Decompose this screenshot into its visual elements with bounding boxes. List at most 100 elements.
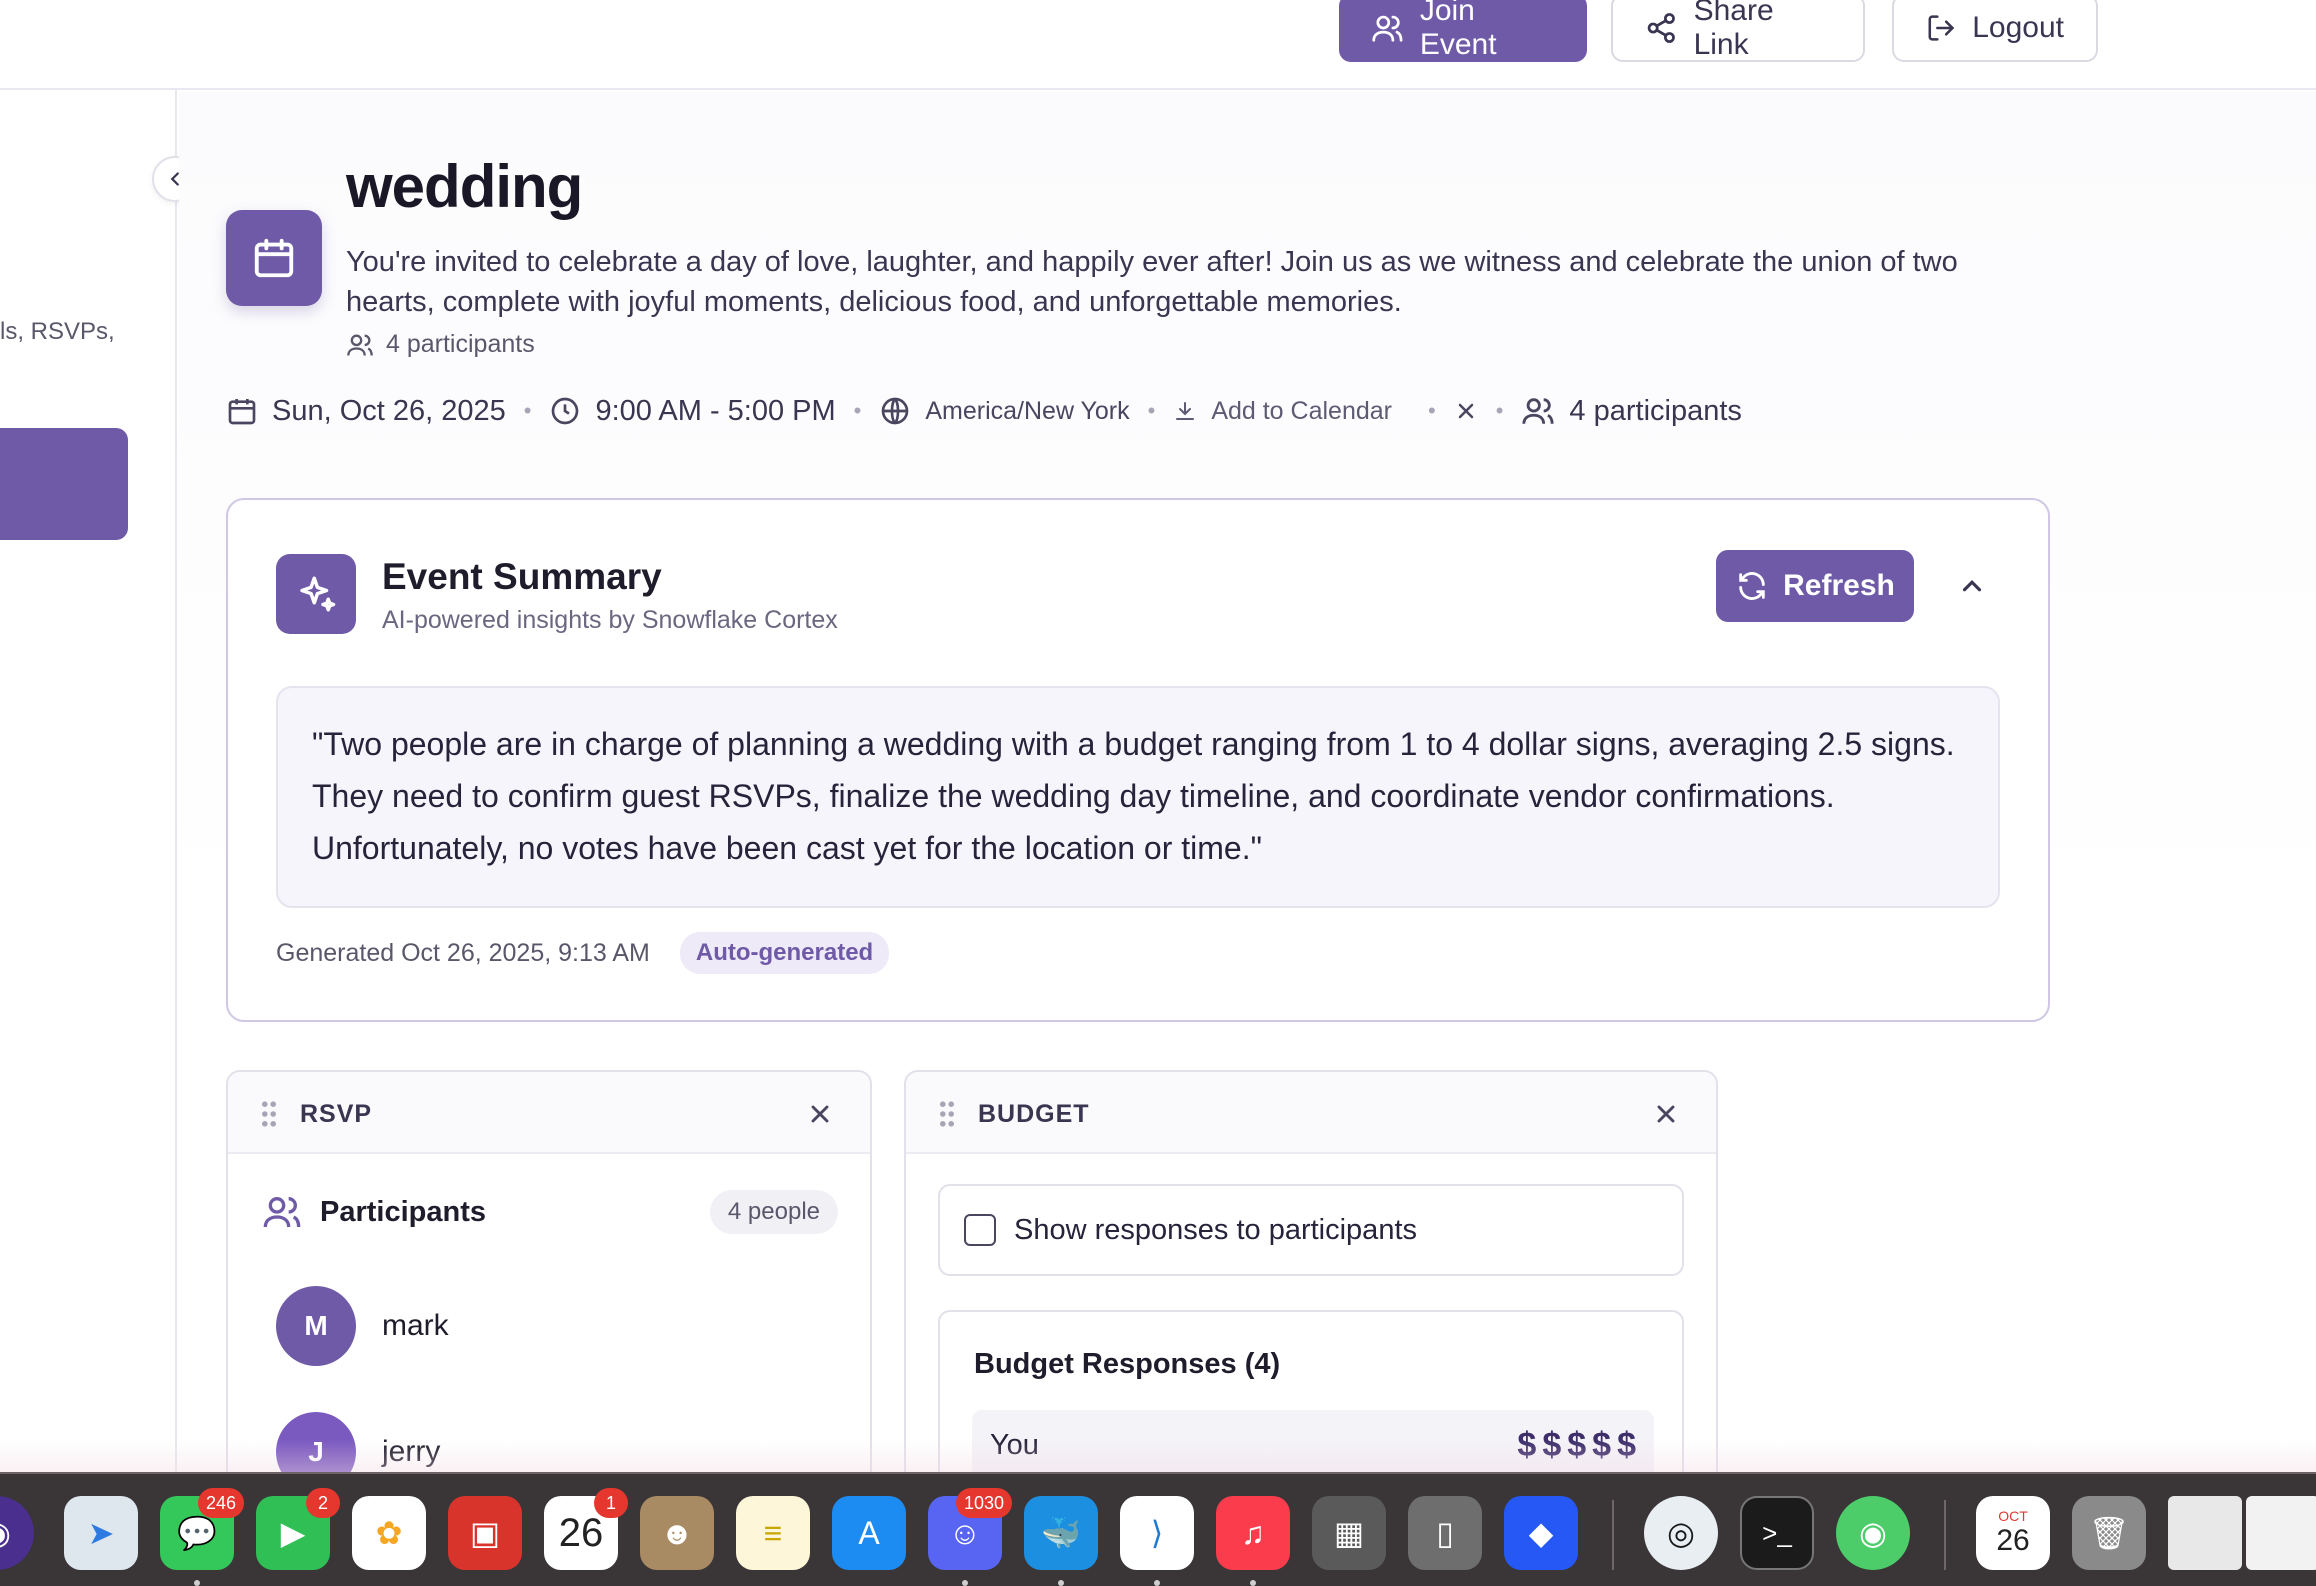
running-indicator (1154, 1580, 1160, 1586)
docker-icon[interactable]: 🐳 (1024, 1496, 1098, 1570)
event-participants: 4 participants (1521, 394, 1742, 428)
contacts-icon[interactable]: ☻ (640, 1496, 714, 1570)
maps-icon[interactable]: ➤ (64, 1496, 138, 1570)
iphone-mirroring-icon[interactable]: ▯ (1408, 1496, 1482, 1570)
calendar-badge: 1 (594, 1488, 628, 1518)
remove-button[interactable] (1454, 399, 1478, 423)
summary-title: Event Summary (382, 556, 662, 597)
sparkles-icon (300, 576, 336, 612)
users-icon (1522, 398, 1554, 424)
event-timezone-text: America/New York (925, 396, 1130, 425)
budget-widget-header: BUDGET (906, 1072, 1716, 1154)
sidebar-active-item[interactable] (0, 428, 128, 540)
calendar-widget-day: 26 (1996, 1524, 2030, 1557)
event-summary-card: Event Summary AI-powered insights by Sno… (226, 498, 2050, 1022)
summary-subtitle: AI-powered insights by Snowflake Cortex (382, 606, 838, 634)
avatar: M (276, 1286, 356, 1366)
close-icon[interactable] (1652, 1100, 1680, 1128)
messages-icon[interactable]: 💬 246 (160, 1488, 244, 1570)
auto-generated-badge: Auto-generated (679, 932, 890, 974)
users-icon (1372, 15, 1403, 42)
photos-icon[interactable]: ✿ (352, 1496, 426, 1570)
find-my-icon[interactable]: ◉ (1836, 1496, 1910, 1570)
discord-icon[interactable]: ☺ 1030 (928, 1488, 1012, 1570)
dock-separator (1612, 1500, 1614, 1570)
window-thumbnail-icon[interactable] (2246, 1496, 2316, 1570)
participants-small-label: 4 participants (386, 330, 535, 358)
budget-responses-title: Budget Responses (4) (974, 1348, 1281, 1380)
event-description: You're invited to celebrate a day of lov… (346, 246, 1958, 318)
list-item: M mark (276, 1286, 449, 1366)
dock-separator (1944, 1500, 1946, 1570)
event-date-text: Sun, Oct 26, 2025 (272, 394, 506, 427)
show-responses-label: Show responses to participants (1014, 1213, 1417, 1246)
separator-dot: • (1495, 398, 1504, 423)
people-count-badge: 4 people (709, 1190, 838, 1234)
macos-dock: ◉ ➤ 💬246 ▶2 ✿ ▣ 261 ☻ ≡ A ☺1030 🐳 ⟩ ♫ ▦ … (0, 1472, 2316, 1586)
facetime-icon[interactable]: ▶ 2 (256, 1488, 340, 1570)
facetime-badge: 2 (306, 1488, 340, 1518)
calendar-app-day: 26 (558, 1510, 604, 1555)
show-responses-toggle[interactable]: Show responses to participants (938, 1184, 1684, 1276)
logout-label: Logout (1972, 11, 2064, 44)
calendar-icon (254, 238, 294, 278)
sparkles-badge (276, 554, 356, 634)
refresh-button[interactable]: Refresh (1716, 550, 1914, 622)
roblox-icon[interactable]: ◆ (1504, 1496, 1578, 1570)
participants-header: Participants 4 people (262, 1190, 838, 1234)
participants-count-small: 4 participants (346, 330, 535, 359)
rsvp-widget: RSVP Participants 4 people M mark J jerr… (226, 1070, 872, 1490)
summary-text: "Two people are in charge of planning a … (276, 686, 2000, 908)
show-responses-checkbox[interactable] (964, 1214, 996, 1246)
event-time: 9:00 AM - 5:00 PM (549, 394, 836, 428)
firefox-icon[interactable]: ◉ (0, 1496, 34, 1570)
sidebar-partial-text: ls, RSVPs, (0, 318, 115, 345)
participant-name: mark (382, 1309, 449, 1342)
rsvp-widget-header: RSVP (228, 1072, 870, 1154)
window-thumbnail-icon[interactable] (2168, 1496, 2242, 1570)
participants-title: Participants (320, 1195, 486, 1228)
clock-icon (552, 397, 579, 425)
trash-icon[interactable]: 🗑 (2072, 1496, 2146, 1570)
event-calendar-badge (226, 210, 322, 306)
users-icon (347, 334, 373, 356)
music-icon[interactable]: ♫ (1216, 1496, 1290, 1570)
refresh-icon (1739, 572, 1765, 600)
event-date: Sun, Oct 26, 2025 (226, 395, 506, 428)
download-icon (1176, 402, 1195, 420)
add-to-calendar-link[interactable]: Add to Calendar (1173, 397, 1392, 426)
calculator-icon[interactable]: ▦ (1312, 1496, 1386, 1570)
close-icon[interactable] (806, 1100, 834, 1128)
chevron-up-icon (1962, 580, 1982, 592)
event-timezone: America/New York (879, 395, 1130, 427)
event-time-text: 9:00 AM - 5:00 PM (595, 394, 836, 427)
budget-widget: BUDGET Show responses to participants Bu… (904, 1070, 1718, 1490)
close-icon (1458, 403, 1473, 419)
drag-handle-icon[interactable] (938, 1100, 956, 1128)
photo-booth-icon[interactable]: ▣ (448, 1496, 522, 1570)
drag-handle-icon[interactable] (260, 1100, 278, 1128)
running-indicator (1250, 1580, 1256, 1586)
join-event-label: Join Event (1419, 0, 1497, 61)
running-indicator (194, 1580, 200, 1586)
terminal-icon[interactable]: >_ (1740, 1496, 1814, 1570)
calendar-app-icon[interactable]: 26 1 (544, 1488, 628, 1570)
messages-badge: 246 (197, 1488, 244, 1518)
logout-icon (1928, 15, 1955, 41)
collapse-summary-button[interactable] (1952, 566, 1992, 606)
share-link-label: Share Link (1693, 0, 1774, 61)
calendar-widget-icon[interactable]: OCT 26 (1976, 1496, 2050, 1570)
event-meta-row: Sun, Oct 26, 2025 • 9:00 AM - 5:00 PM • … (226, 388, 1742, 434)
add-to-calendar-label: Add to Calendar (1211, 396, 1392, 425)
calendar-icon (228, 399, 256, 425)
chatgpt-icon[interactable]: ◎ (1644, 1496, 1718, 1570)
running-indicator (962, 1580, 968, 1586)
app-store-icon[interactable]: A (832, 1496, 906, 1570)
join-event-button[interactable]: Join Event (1339, 0, 1587, 62)
logout-button[interactable]: Logout (1892, 0, 2098, 62)
budget-widget-title: BUDGET (978, 1100, 1090, 1128)
notes-icon[interactable]: ≡ (736, 1496, 810, 1570)
separator-dot: • (523, 398, 532, 423)
vscode-icon[interactable]: ⟩ (1120, 1496, 1194, 1570)
share-link-button[interactable]: Share Link (1611, 0, 1865, 62)
